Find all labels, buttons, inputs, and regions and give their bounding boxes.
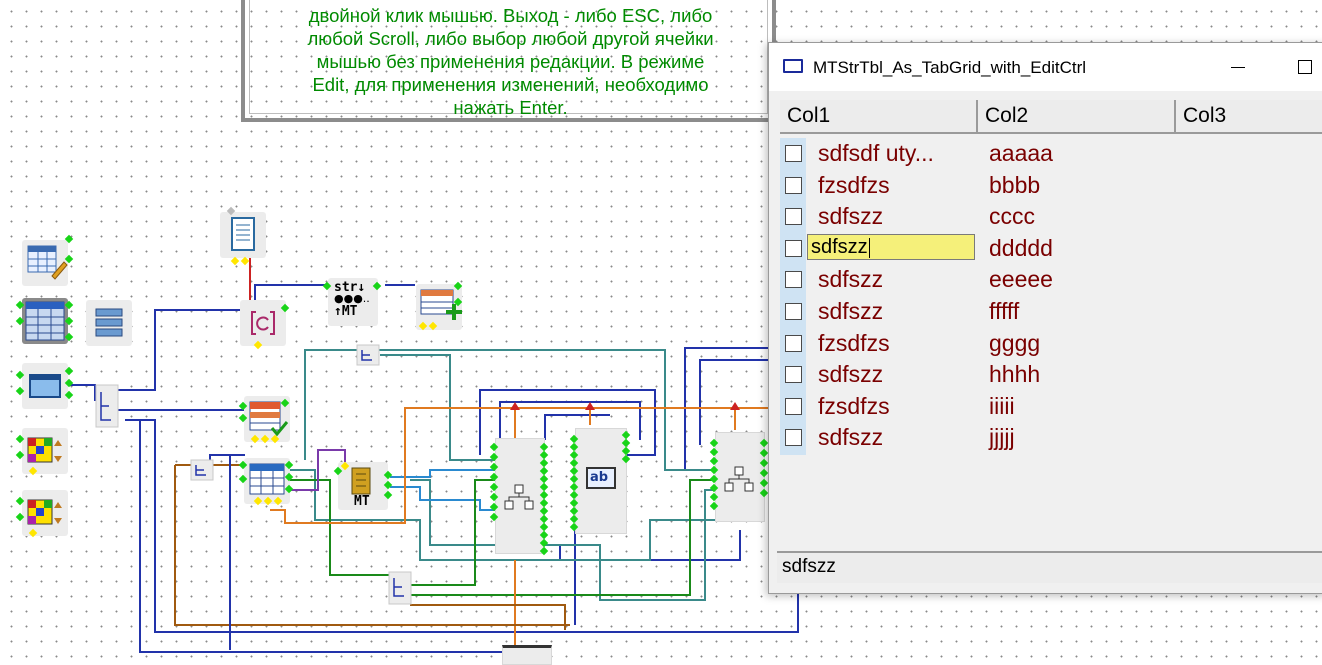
refresh-icon: [251, 311, 275, 335]
document-icon: [231, 217, 255, 251]
cell-col1[interactable]: sdfsdf uty...: [818, 140, 934, 167]
list-icon: [95, 308, 123, 337]
list-block[interactable]: [86, 300, 132, 346]
document-block[interactable]: [220, 212, 266, 258]
row-checkbox[interactable]: [785, 176, 802, 194]
table-row[interactable]: sdfszz eeeee: [777, 265, 1322, 296]
cell-col1[interactable]: sdfszz: [818, 361, 883, 388]
hierarchy-icon: [504, 484, 534, 510]
table-row[interactable]: sdfszz cccc: [777, 202, 1322, 233]
color-grid-block[interactable]: [22, 428, 68, 474]
cell-col2[interactable]: hhhh: [989, 361, 1040, 388]
edit-control-icon: ab: [586, 467, 616, 489]
grid-window[interactable]: MTStrTbl_As_TabGrid_with_EditCtrl Col1 C…: [768, 42, 1322, 594]
cell-col2[interactable]: bbbb: [989, 172, 1040, 199]
cell-col2[interactable]: eeeee: [989, 266, 1053, 293]
info-note: двойной клик мышью. Выход - либо ESC, ли…: [241, 0, 776, 122]
column-header-col2[interactable]: Col2: [978, 100, 1176, 134]
cell-col2[interactable]: cccc: [989, 203, 1035, 230]
status-bar: sdfszz: [777, 551, 1322, 583]
maximize-button[interactable]: [1289, 53, 1319, 81]
row-checkbox[interactable]: [785, 429, 802, 447]
title-bar[interactable]: MTStrTbl_As_TabGrid_with_EditCtrl: [769, 43, 1322, 91]
tab-grid[interactable]: Col1 Col2 Col3 sdfsdf uty... aaaaa fzsdfzs…: [777, 100, 1322, 540]
cell-col2[interactable]: gggg: [989, 330, 1040, 357]
cell-col2[interactable]: ddddd: [989, 235, 1053, 262]
table-row[interactable]: sdfszz jjjjj: [777, 423, 1322, 454]
edit-control-block[interactable]: ab: [575, 428, 627, 534]
hierarchy-block[interactable]: [495, 438, 545, 554]
table-edit-icon: [27, 245, 68, 280]
table-row[interactable]: sdfsdf uty... aaaaa: [777, 139, 1322, 170]
row-checkbox[interactable]: [785, 303, 802, 320]
column-header-col1[interactable]: Col1: [780, 100, 978, 134]
color-grid-block-2[interactable]: [22, 490, 68, 536]
cell-col2[interactable]: iiiii: [989, 393, 1015, 420]
cell-col1[interactable]: sdfszz: [818, 266, 883, 293]
window-icon: [783, 59, 803, 73]
row-checkbox[interactable]: [785, 334, 802, 352]
color-grid-icon: [27, 437, 62, 463]
cell-col1[interactable]: fzsdfzs: [818, 393, 890, 420]
row-checkbox[interactable]: [785, 145, 802, 162]
table-row[interactable]: sdfszz hhhh: [777, 360, 1322, 391]
table-row[interactable]: sdfszz fffff: [777, 297, 1322, 328]
mt-label: ↑MT: [334, 304, 358, 319]
note-text: двойной клик мышью. Выход - либо ESC, ли…: [307, 5, 714, 118]
row-checkbox[interactable]: [785, 208, 802, 226]
window-block[interactable]: [22, 363, 68, 409]
cell-col2[interactable]: fffff: [989, 298, 1019, 325]
partial-block[interactable]: [502, 645, 552, 665]
cell-col1[interactable]: fzsdfzs: [818, 172, 890, 199]
hierarchy-block-2[interactable]: [715, 432, 765, 522]
table-row[interactable]: sdfszz ddddd: [777, 233, 1322, 265]
cell-col2[interactable]: jjjjj: [989, 424, 1015, 451]
window-icon: [29, 374, 61, 398]
table-row[interactable]: fzsdfzs gggg: [777, 329, 1322, 360]
table-row[interactable]: fzsdfzs iiiii: [777, 392, 1322, 423]
minimize-button[interactable]: [1223, 53, 1253, 81]
cell-col1[interactable]: sdfszz: [818, 424, 883, 451]
table-row[interactable]: fzsdfzs bbbb: [777, 171, 1322, 202]
window-title: MTStrTbl_As_TabGrid_with_EditCtrl: [813, 58, 1087, 77]
cell-edit-input[interactable]: sdfszz: [807, 233, 975, 260]
cell-col1[interactable]: fzsdfzs: [818, 330, 890, 357]
mt-label-2: MT: [354, 494, 370, 509]
table-grid-block-selected[interactable]: [22, 298, 68, 344]
column-header-col3[interactable]: Col3: [1176, 100, 1322, 134]
row-checkbox[interactable]: [785, 239, 802, 257]
cell-col2[interactable]: aaaaa: [989, 140, 1053, 167]
row-checkbox[interactable]: [785, 271, 802, 289]
refresh-block[interactable]: [240, 300, 286, 346]
str-to-mt-block[interactable]: str↓ ●●●.. ↑MT: [328, 278, 378, 326]
cell-col1[interactable]: sdfszz: [818, 203, 883, 230]
hierarchy-icon: [724, 466, 754, 492]
cell-col1[interactable]: sdfszz: [818, 298, 883, 325]
color-grid-icon: [27, 499, 62, 525]
row-checkbox[interactable]: [785, 366, 802, 384]
table-grid-icon: [25, 301, 65, 341]
row-checkbox[interactable]: [785, 397, 802, 415]
table-edit-block[interactable]: [22, 240, 68, 286]
